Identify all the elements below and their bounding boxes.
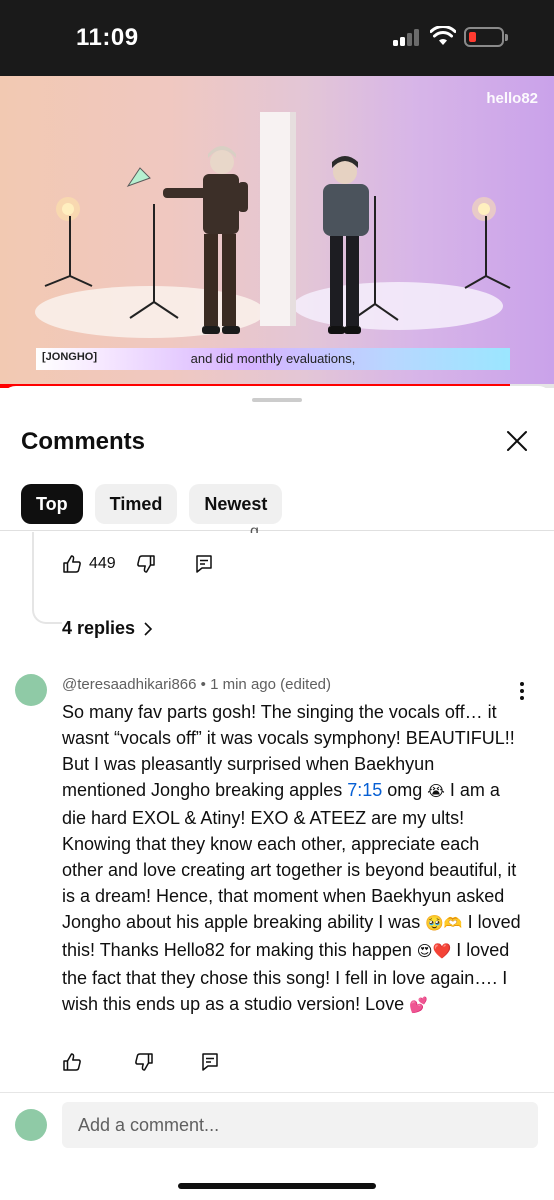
comment-author[interactable]: @teresaadhikari866 <box>62 676 196 693</box>
reply-button[interactable] <box>194 554 214 574</box>
close-icon[interactable] <box>502 426 532 456</box>
reply-icon <box>202 1053 218 1071</box>
home-indicator[interactable] <box>178 1183 376 1189</box>
tab-top[interactable]: Top <box>21 484 83 524</box>
reply-button[interactable] <box>200 1052 220 1072</box>
status-time: 11:09 <box>76 24 139 51</box>
loudly-crying-emoji: 😭 <box>427 783 445 800</box>
like-button[interactable]: 449 <box>62 554 116 574</box>
chevron-right-icon <box>144 621 153 636</box>
thread-line <box>32 532 62 624</box>
heart-eyes-red-heart-emoji: 😍❤️ <box>416 943 452 960</box>
avatar[interactable] <box>15 674 47 706</box>
view-replies-button[interactable]: 4 replies <box>62 618 153 639</box>
replies-label: 4 replies <box>62 618 136 638</box>
video-player[interactable]: hello82 [JONGHO] and did monthly evaluat… <box>0 76 554 388</box>
video-frame <box>35 112 511 338</box>
drag-handle[interactable] <box>252 398 302 402</box>
header-divider <box>0 530 554 531</box>
thumbs-up-icon <box>63 555 81 573</box>
comment-sort-tabs: Top Timed Newest <box>21 484 283 524</box>
pleading-heart-hands-emoji: 🥹🫶 <box>425 915 463 932</box>
tab-newest[interactable]: Newest <box>189 484 283 524</box>
dislike-button[interactable] <box>136 554 156 574</box>
meta-separator: • <box>200 676 206 693</box>
status-bar: 11:09 <box>0 0 554 76</box>
comment-time: 1 min ago (edited) <box>210 676 331 693</box>
add-comment-input[interactable] <box>62 1102 538 1148</box>
dislike-button[interactable] <box>134 1052 154 1072</box>
video-subtitle: [JONGHO] and did monthly evaluations, <box>36 348 510 370</box>
thumbs-down-icon <box>135 1053 153 1071</box>
two-hearts-emoji: 💕 <box>409 997 428 1014</box>
video-watermark: hello82 <box>486 90 538 107</box>
comment-text-part: omg <box>382 780 428 800</box>
comments-sheet: Comments Top Timed Newest g 449 4 replie… <box>0 386 554 1200</box>
thumbs-down-icon <box>136 555 155 573</box>
thumbs-up-icon <box>63 1053 81 1071</box>
battery-level <box>469 32 476 42</box>
wifi-icon <box>430 26 456 45</box>
tab-timed[interactable]: Timed <box>94 484 178 524</box>
battery-icon <box>464 27 508 47</box>
comment-meta: @teresaadhikari866 • 1 min ago (edited) <box>62 676 331 693</box>
comment-actions <box>62 1052 220 1072</box>
timestamp-link[interactable]: 7:15 <box>347 780 382 800</box>
previous-comment-text: g <box>250 523 259 533</box>
footer-divider <box>0 1092 554 1093</box>
reply-icon <box>195 555 212 573</box>
like-button[interactable] <box>62 1052 82 1072</box>
comments-title: Comments <box>21 428 146 455</box>
cellular-signal-icon <box>393 28 421 46</box>
comment-text: So many fav parts gosh! The singing the … <box>62 699 522 1019</box>
my-avatar <box>15 1109 47 1141</box>
like-count: 449 <box>89 555 116 572</box>
previous-comment-actions: 449 <box>62 554 214 574</box>
subtitle-text: and did monthly evaluations, <box>190 351 356 366</box>
comment-text-part: I am a die hard EXOL & Atiny! EXO & ATEE… <box>62 780 517 932</box>
